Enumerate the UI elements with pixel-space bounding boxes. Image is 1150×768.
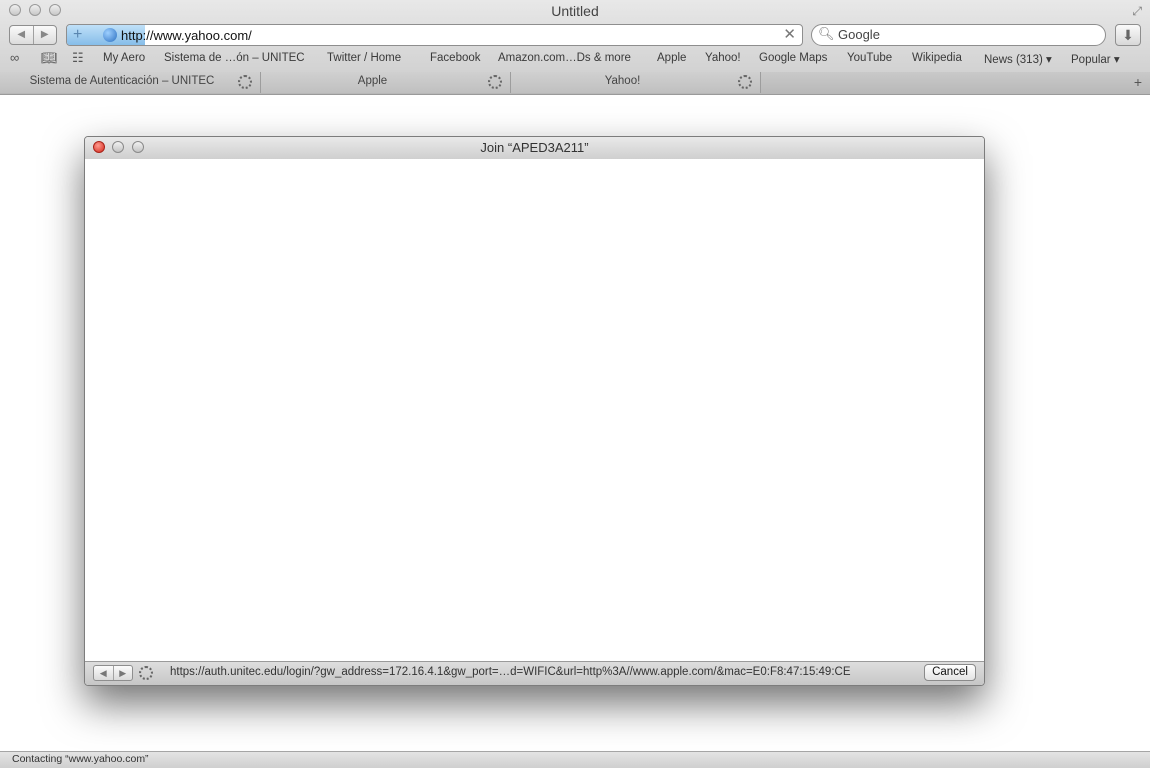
join-network-dialog: Join “APED3A211” ◀ ▶ https://auth.unitec… — [84, 136, 985, 686]
bookmark-apple[interactable]: Apple — [657, 52, 686, 64]
back-button[interactable]: ◀ — [10, 26, 34, 44]
stop-loading-icon[interactable]: ✕ — [783, 25, 796, 45]
dialog-web-content[interactable] — [85, 159, 984, 662]
bookmark-popular-folder[interactable]: Popular ▾ — [1071, 52, 1120, 66]
fullscreen-icon[interactable]: ⤢ — [1132, 4, 1142, 19]
bookmark-google-maps[interactable]: Google Maps — [759, 52, 827, 64]
window-title: Untitled — [551, 3, 599, 19]
search-field[interactable]: 🔍︎ Google — [811, 24, 1106, 46]
tab-bar: Sistema de Autenticación – UNITEC Apple … — [0, 72, 1150, 95]
tab-label: Sistema de Autenticación – UNITEC — [29, 75, 215, 87]
bookmark-yahoo[interactable]: Yahoo! — [705, 52, 741, 64]
forward-button[interactable]: ▶ — [34, 26, 57, 44]
dialog-back-button[interactable]: ◀ — [94, 666, 114, 680]
dialog-titlebar: Join “APED3A211” — [85, 137, 984, 160]
bookmark-amazon[interactable]: Amazon.com…Ds & more — [498, 52, 631, 64]
loading-spinner-icon — [488, 75, 502, 89]
status-bar: Contacting “www.yahoo.com” — [0, 751, 1150, 768]
bookmark-facebook[interactable]: Facebook — [430, 52, 481, 64]
browser-toolbar: Untitled ⤢ ◀ ▶ + http://www.yahoo.com/ ✕… — [0, 0, 1150, 73]
dialog-status-url: https://auth.unitec.edu/login/?gw_addres… — [170, 666, 851, 678]
dialog-back-forward-buttons: ◀ ▶ — [93, 665, 133, 681]
bookmarks-book-icon[interactable]: 📖︎ — [41, 50, 58, 66]
bookmark-news-folder[interactable]: News (313) ▾ — [984, 52, 1052, 66]
back-forward-buttons: ◀ ▶ — [9, 25, 57, 45]
address-bar[interactable]: + http://www.yahoo.com/ ✕ — [66, 24, 803, 46]
address-text[interactable]: http://www.yahoo.com/ — [121, 27, 252, 45]
top-sites-grid-icon[interactable]: ☷ — [72, 50, 84, 66]
dialog-forward-button[interactable]: ▶ — [114, 666, 133, 680]
bookmark-wikipedia[interactable]: Wikipedia — [912, 52, 962, 64]
cancel-button[interactable]: Cancel — [924, 664, 976, 681]
tab-label: Apple — [357, 75, 388, 87]
add-bookmark-icon[interactable]: + — [73, 25, 82, 45]
dialog-footer: ◀ ▶ https://auth.unitec.edu/login/?gw_ad… — [85, 661, 984, 685]
bookmark-twitter[interactable]: Twitter / Home — [327, 52, 401, 64]
search-placeholder: Google — [838, 27, 880, 42]
search-icon[interactable]: 🔍︎ — [818, 26, 835, 42]
bookmark-sistema-unitec[interactable]: Sistema de …ón – UNITEC — [164, 52, 305, 64]
new-tab-plus-icon[interactable]: + — [1134, 74, 1142, 90]
dialog-title: Join “APED3A211” — [480, 140, 589, 155]
loading-spinner-icon — [139, 666, 153, 680]
globe-icon — [103, 28, 117, 42]
bookmarks-bar: ∞ 📖︎ ☷ My Aero Sistema de …ón – UNITEC T… — [0, 50, 1150, 68]
tab-label: Yahoo! — [604, 75, 641, 87]
reading-list-icon[interactable]: ∞ — [10, 50, 19, 65]
tab-sistema-unitec[interactable]: Sistema de Autenticación – UNITEC — [0, 72, 261, 93]
bookmark-youtube[interactable]: YouTube — [847, 52, 892, 64]
downloads-button[interactable]: ⬇ — [1115, 24, 1141, 46]
bookmark-my-aero[interactable]: My Aero — [103, 52, 145, 64]
status-text: Contacting “www.yahoo.com” — [12, 753, 149, 765]
loading-spinner-icon — [738, 75, 752, 89]
loading-spinner-icon — [238, 75, 252, 89]
tab-yahoo[interactable]: Yahoo! — [511, 72, 761, 93]
browser-window: Untitled ⤢ ◀ ▶ + http://www.yahoo.com/ ✕… — [0, 0, 1150, 768]
tab-apple[interactable]: Apple — [261, 72, 511, 93]
